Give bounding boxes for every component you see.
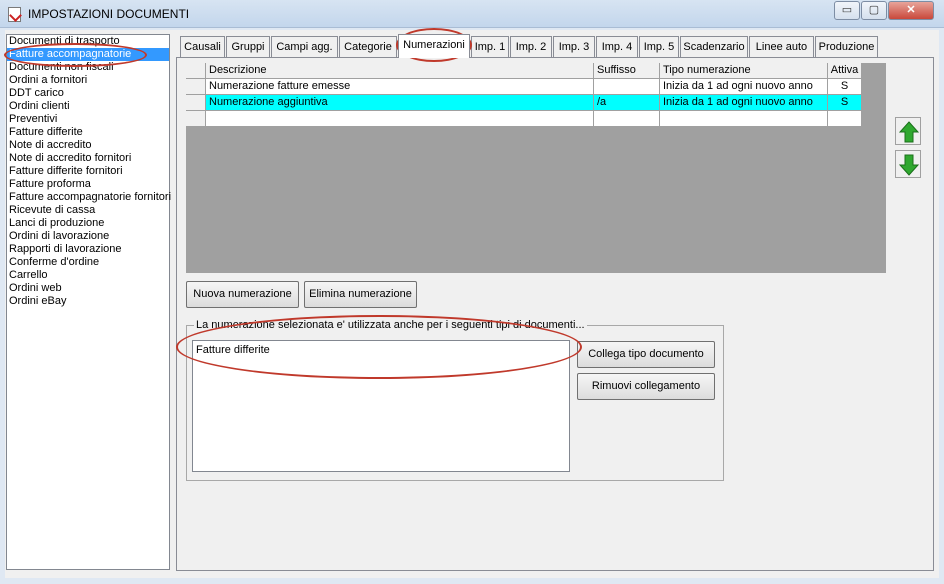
title-bar: IMPOSTAZIONI DOCUMENTI ▭ ▢ ✕ xyxy=(0,0,944,28)
grid-cell: Numerazione aggiuntiva xyxy=(206,95,594,111)
grid-cell-empty xyxy=(828,111,862,127)
sidebar-item[interactable]: Ordini web xyxy=(7,282,169,295)
grid-cell-empty xyxy=(206,111,594,127)
table-row[interactable]: Numerazione aggiuntiva/a Inizia da 1 ad o… xyxy=(186,95,862,111)
sidebar-item[interactable]: Fatture differite xyxy=(7,126,169,139)
table-row[interactable]: Numerazione fatture emesse Inizia da 1 ad… xyxy=(186,79,862,95)
window-title: IMPOSTAZIONI DOCUMENTI xyxy=(28,7,190,21)
sidebar-item[interactable]: Conferme d'ordine xyxy=(7,256,169,269)
link-doc-type-button[interactable]: Collega tipo documento xyxy=(577,341,715,368)
arrow-up-icon xyxy=(899,121,919,143)
tab-item[interactable]: Gruppi xyxy=(226,36,270,57)
move-up-button[interactable] xyxy=(895,117,921,145)
grid-cell: /a xyxy=(594,95,660,111)
grid-cell: Numerazione fatture emesse xyxy=(206,79,594,95)
list-item[interactable]: Fatture differite xyxy=(196,344,566,356)
row-indicator[interactable] xyxy=(186,79,206,95)
grid-cell: Attiva xyxy=(828,63,862,79)
sidebar-item[interactable]: Documenti non fiscali xyxy=(7,61,169,74)
tab-item[interactable]: Campi agg. xyxy=(271,36,338,57)
tab-item[interactable]: Categorie xyxy=(339,36,397,57)
sidebar-item[interactable]: Fatture proforma xyxy=(7,178,169,191)
grid-cell-empty xyxy=(594,111,660,127)
sidebar-item[interactable]: Carrello xyxy=(7,269,169,282)
sidebar-item[interactable]: Fatture differite fornitori xyxy=(7,165,169,178)
delete-numbering-button[interactable]: Elimina numerazione xyxy=(304,281,417,308)
remove-link-button[interactable]: Rimuovi collegamento xyxy=(577,373,715,400)
grid-cell xyxy=(594,79,660,95)
row-indicator[interactable] xyxy=(186,63,206,79)
tab-item[interactable]: Scadenzario xyxy=(680,36,748,57)
minimize-button[interactable]: ▭ xyxy=(834,1,860,20)
sidebar-item[interactable]: Lanci di produzione xyxy=(7,217,169,230)
row-indicator[interactable] xyxy=(186,111,206,127)
grid-cell: Suffisso xyxy=(594,63,660,79)
document-type-list[interactable]: Documenti di trasporto Fatture accompagna… xyxy=(6,34,171,570)
grid-cell: Inizia da 1 ad ogni nuovo anno xyxy=(660,95,828,111)
grid-cell: S xyxy=(828,95,862,111)
sidebar-item[interactable]: Ordini eBay xyxy=(7,295,169,308)
grid-header-row[interactable]: Descrizione Suffisso Tipo numerazione Attiv… xyxy=(186,63,862,79)
table-row-new[interactable] xyxy=(186,111,862,127)
sidebar-item[interactable]: Ordini a fornitori xyxy=(7,74,169,87)
sidebar-item[interactable]: Documenti di trasporto xyxy=(7,35,169,48)
tab-item[interactable]: Imp. 2 xyxy=(510,36,552,57)
tab-item[interactable]: Produzione xyxy=(815,36,878,57)
tab-item[interactable]: Numerazioni xyxy=(398,34,470,58)
grid-cell: S xyxy=(828,79,862,95)
sidebar-item[interactable]: Ordini di lavorazione xyxy=(7,230,169,243)
numbering-grid[interactable]: Descrizione Suffisso Tipo numerazione Attiv… xyxy=(186,63,886,273)
arrow-down-icon xyxy=(899,154,919,176)
row-indicator[interactable] xyxy=(186,95,206,111)
grid-cell: Inizia da 1 ad ogni nuovo anno xyxy=(660,79,828,95)
sidebar-item[interactable]: Note di accredito xyxy=(7,139,169,152)
sidebar-item[interactable]: Ordini clienti xyxy=(7,100,169,113)
sidebar-item[interactable]: Preventivi xyxy=(7,113,169,126)
sidebar-item[interactable]: Ricevute di cassa xyxy=(7,204,169,217)
tab-item[interactable]: Causali xyxy=(180,36,225,57)
tab-item[interactable]: Linee auto xyxy=(749,36,814,57)
grid-cell-empty xyxy=(660,111,828,127)
grid-cell: Descrizione xyxy=(206,63,594,79)
tab-item[interactable]: Imp. 4 xyxy=(596,36,638,57)
linked-document-list[interactable]: Fatture differite xyxy=(192,340,570,472)
sidebar-item[interactable]: DDT carico xyxy=(7,87,169,100)
document-check-icon xyxy=(8,7,21,22)
linked-documents-group-title: La numerazione selezionata e' utilizzata… xyxy=(194,319,587,331)
sidebar-item[interactable]: Fatture accompagnatorie xyxy=(7,48,169,61)
close-button[interactable]: ✕ xyxy=(888,1,934,20)
maximize-button[interactable]: ▢ xyxy=(861,1,887,20)
new-numbering-button[interactable]: Nuova numerazione xyxy=(186,281,299,308)
sidebar-item[interactable]: Fatture accompagnatorie fornitori xyxy=(7,191,171,204)
grid-cell: Tipo numerazione xyxy=(660,63,828,79)
sidebar-item[interactable]: Note di accredito fornitori xyxy=(7,152,169,165)
tab-item[interactable]: Imp. 5 xyxy=(639,36,679,57)
move-down-button[interactable] xyxy=(895,150,921,178)
sidebar-item[interactable]: Rapporti di lavorazione xyxy=(7,243,169,256)
tab-item[interactable]: Imp. 3 xyxy=(553,36,595,57)
tab-item[interactable]: Imp. 1 xyxy=(471,36,509,57)
